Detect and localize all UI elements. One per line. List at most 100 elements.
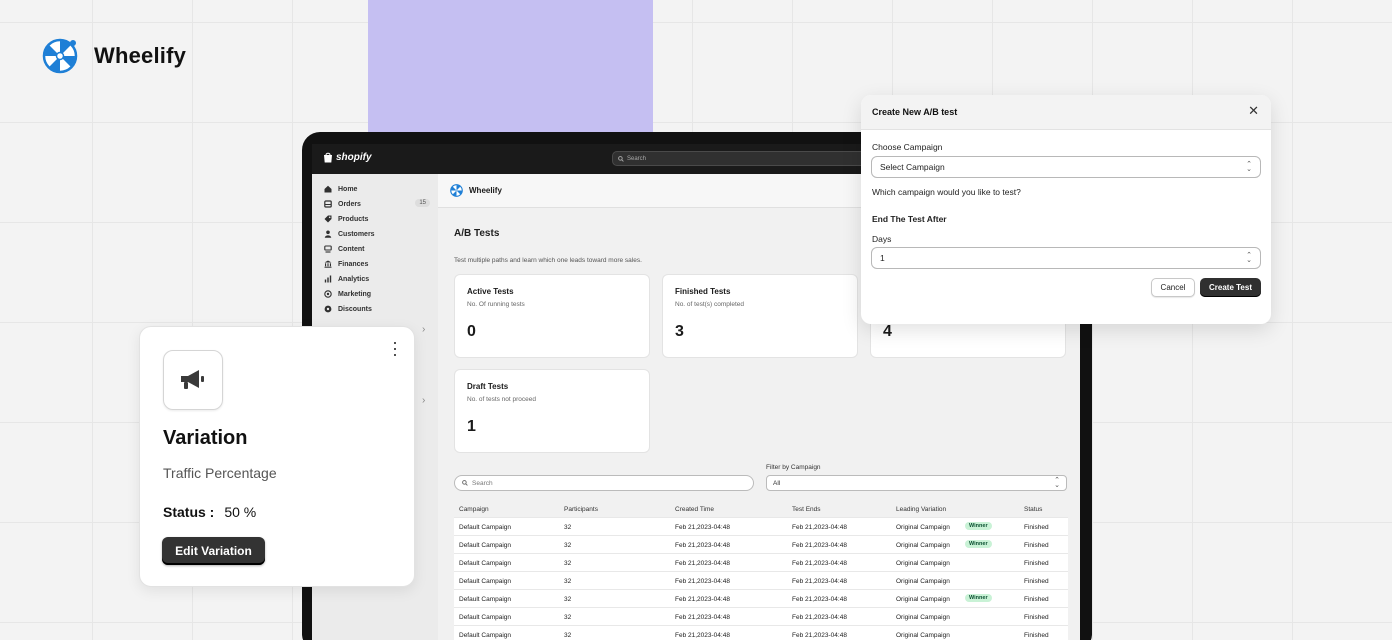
table-cell-ends: Feb 21,2023-04:48 bbox=[792, 542, 847, 549]
table-cell-status: Finished bbox=[1024, 578, 1049, 585]
sidebar-item-products[interactable]: Products bbox=[324, 215, 430, 223]
ab-tests-table: Campaign Participants Created Time Test … bbox=[454, 500, 1068, 640]
sidebar-item-marketing[interactable]: Marketing bbox=[324, 290, 430, 298]
table-cell-campaign: Default Campaign bbox=[459, 560, 512, 567]
search-icon bbox=[618, 155, 624, 162]
table-row[interactable]: Default Campaign 32 Feb 21,2023-04:48 Feb 2… bbox=[454, 590, 1068, 608]
end-test-label: End The Test After bbox=[872, 214, 947, 224]
table-cell-ends: Feb 21,2023-04:48 bbox=[792, 524, 847, 531]
table-cell-leading: Original Campaign bbox=[896, 542, 950, 549]
table-row[interactable]: Default Campaign 32 Feb 21,2023-04:48 Feb 2… bbox=[454, 608, 1068, 626]
orders-count-badge: 15 bbox=[415, 199, 430, 207]
column-header: Campaign bbox=[459, 506, 489, 513]
wheel-logo-icon bbox=[42, 38, 78, 74]
orders-icon bbox=[324, 200, 332, 208]
chart-icon bbox=[324, 275, 332, 283]
table-cell-campaign: Default Campaign bbox=[459, 542, 512, 549]
megaphone-icon bbox=[181, 370, 204, 389]
days-select[interactable]: 1 ⌃ ⌄ bbox=[871, 247, 1261, 269]
table-cell-leading: Original Campaign bbox=[896, 578, 950, 585]
stat-title: Finished Tests bbox=[675, 287, 731, 296]
days-label: Days bbox=[872, 234, 892, 244]
status-label: Status : bbox=[163, 504, 215, 520]
cancel-button[interactable]: Cancel bbox=[1151, 278, 1195, 297]
chevron-right-icon[interactable]: › bbox=[422, 395, 425, 406]
table-cell-status: Finished bbox=[1024, 542, 1049, 549]
edit-variation-button[interactable]: Edit Variation bbox=[162, 537, 265, 565]
campaign-select-value: Select Campaign bbox=[880, 162, 945, 172]
sidebar-item-label: Marketing bbox=[338, 290, 372, 298]
sidebar-item-label: Finances bbox=[338, 260, 369, 268]
campaign-select[interactable]: Select Campaign ⌃ ⌄ bbox=[871, 156, 1261, 178]
content-icon bbox=[324, 245, 332, 253]
table-cell-participants: 32 bbox=[564, 596, 572, 603]
table-cell-leading: Original Campaign bbox=[896, 560, 950, 567]
campaign-label: Choose Campaign bbox=[872, 142, 943, 152]
table-cell-campaign: Default Campaign bbox=[459, 614, 512, 621]
sidebar-item-label: Customers bbox=[338, 230, 375, 238]
stat-title: Active Tests bbox=[467, 287, 514, 296]
column-header: Participants bbox=[564, 506, 598, 513]
status-value: 50 % bbox=[224, 504, 257, 520]
sidebar-item-content[interactable]: Content bbox=[324, 245, 430, 253]
stat-value: 4 bbox=[883, 323, 892, 340]
sidebar-item-home[interactable]: Home bbox=[324, 185, 430, 193]
table-cell-status: Finished bbox=[1024, 632, 1049, 639]
sidebar-item-customers[interactable]: Customers bbox=[324, 230, 430, 238]
table-cell-ends: Feb 21,2023-04:48 bbox=[792, 614, 847, 621]
table-cell-created: Feb 21,2023-04:48 bbox=[675, 524, 730, 531]
more-options-icon[interactable]: · · · bbox=[390, 333, 400, 363]
modal-title: Create New A/B test bbox=[872, 107, 958, 117]
column-header: Leading Variation bbox=[896, 506, 947, 513]
table-cell-status: Finished bbox=[1024, 560, 1049, 567]
table-cell-leading: Original Campaign bbox=[896, 614, 950, 621]
campaign-filter-select[interactable]: All ⌃ ⌄ bbox=[766, 475, 1067, 491]
brand: Wheelify bbox=[42, 38, 186, 74]
chevron-right-icon[interactable]: › bbox=[422, 324, 425, 335]
stat-value: 3 bbox=[675, 323, 684, 340]
table-cell-participants: 32 bbox=[564, 614, 572, 621]
create-test-button[interactable]: Create Test bbox=[1200, 278, 1261, 297]
table-cell-leading: Original Campaign bbox=[896, 596, 950, 603]
table-cell-created: Feb 21,2023-04:48 bbox=[675, 542, 730, 549]
table-cell-ends: Feb 21,2023-04:48 bbox=[792, 596, 847, 603]
sidebar-item-label: Home bbox=[338, 185, 358, 193]
table-header-row: Campaign Participants Created Time Test … bbox=[454, 500, 1068, 518]
sidebar-item-label: Discounts bbox=[338, 305, 372, 313]
sidebar-item-finances[interactable]: Finances bbox=[324, 260, 430, 268]
create-ab-test-modal: Create New A/B test ✕ Choose Campaign Se… bbox=[861, 95, 1271, 324]
sidebar-item-discounts[interactable]: Discounts bbox=[324, 305, 430, 313]
table-search-input[interactable]: Search bbox=[454, 475, 754, 491]
target-icon bbox=[324, 290, 332, 298]
table-cell-participants: 32 bbox=[564, 578, 572, 585]
stat-subtitle: No. of test(s) completed bbox=[675, 301, 744, 308]
select-arrows-icon: ⌃ ⌄ bbox=[1246, 252, 1252, 264]
table-cell-campaign: Default Campaign bbox=[459, 596, 512, 603]
table-search-placeholder: Search bbox=[472, 479, 493, 487]
winner-badge: Winner bbox=[965, 594, 992, 602]
winner-badge: Winner bbox=[965, 540, 992, 548]
days-select-value: 1 bbox=[880, 253, 885, 263]
table-cell-ends: Feb 21,2023-04:48 bbox=[792, 632, 847, 639]
decorative-block bbox=[368, 0, 653, 140]
close-icon[interactable]: ✕ bbox=[1248, 104, 1259, 117]
wheel-logo-icon bbox=[450, 184, 463, 197]
sidebar-item-orders[interactable]: Orders 15 bbox=[324, 199, 430, 208]
admin-search-placeholder: Search bbox=[627, 155, 647, 162]
app-name: Wheelify bbox=[469, 186, 502, 195]
table-cell-participants: 32 bbox=[564, 524, 572, 531]
table-row[interactable]: Default Campaign 32 Feb 21,2023-04:48 Feb 2… bbox=[454, 536, 1068, 554]
table-row[interactable]: Default Campaign 32 Feb 21,2023-04:48 Feb 2… bbox=[454, 626, 1068, 640]
table-row[interactable]: Default Campaign 32 Feb 21,2023-04:48 Feb 2… bbox=[454, 518, 1068, 536]
column-header: Created Time bbox=[675, 506, 715, 513]
table-cell-created: Feb 21,2023-04:48 bbox=[675, 632, 730, 639]
sidebar-item-analytics[interactable]: Analytics bbox=[324, 275, 430, 283]
table-row[interactable]: Default Campaign 32 Feb 21,2023-04:48 Feb 2… bbox=[454, 572, 1068, 590]
modal-header: Create New A/B test ✕ bbox=[861, 95, 1271, 130]
shopify-logo[interactable]: shopify bbox=[323, 152, 372, 163]
stat-card-draft: Draft Tests No. of tests not proceed 1 bbox=[454, 369, 650, 453]
table-cell-status: Finished bbox=[1024, 596, 1049, 603]
table-row[interactable]: Default Campaign 32 Feb 21,2023-04:48 Feb 2… bbox=[454, 554, 1068, 572]
table-cell-campaign: Default Campaign bbox=[459, 632, 512, 639]
table-cell-status: Finished bbox=[1024, 614, 1049, 621]
